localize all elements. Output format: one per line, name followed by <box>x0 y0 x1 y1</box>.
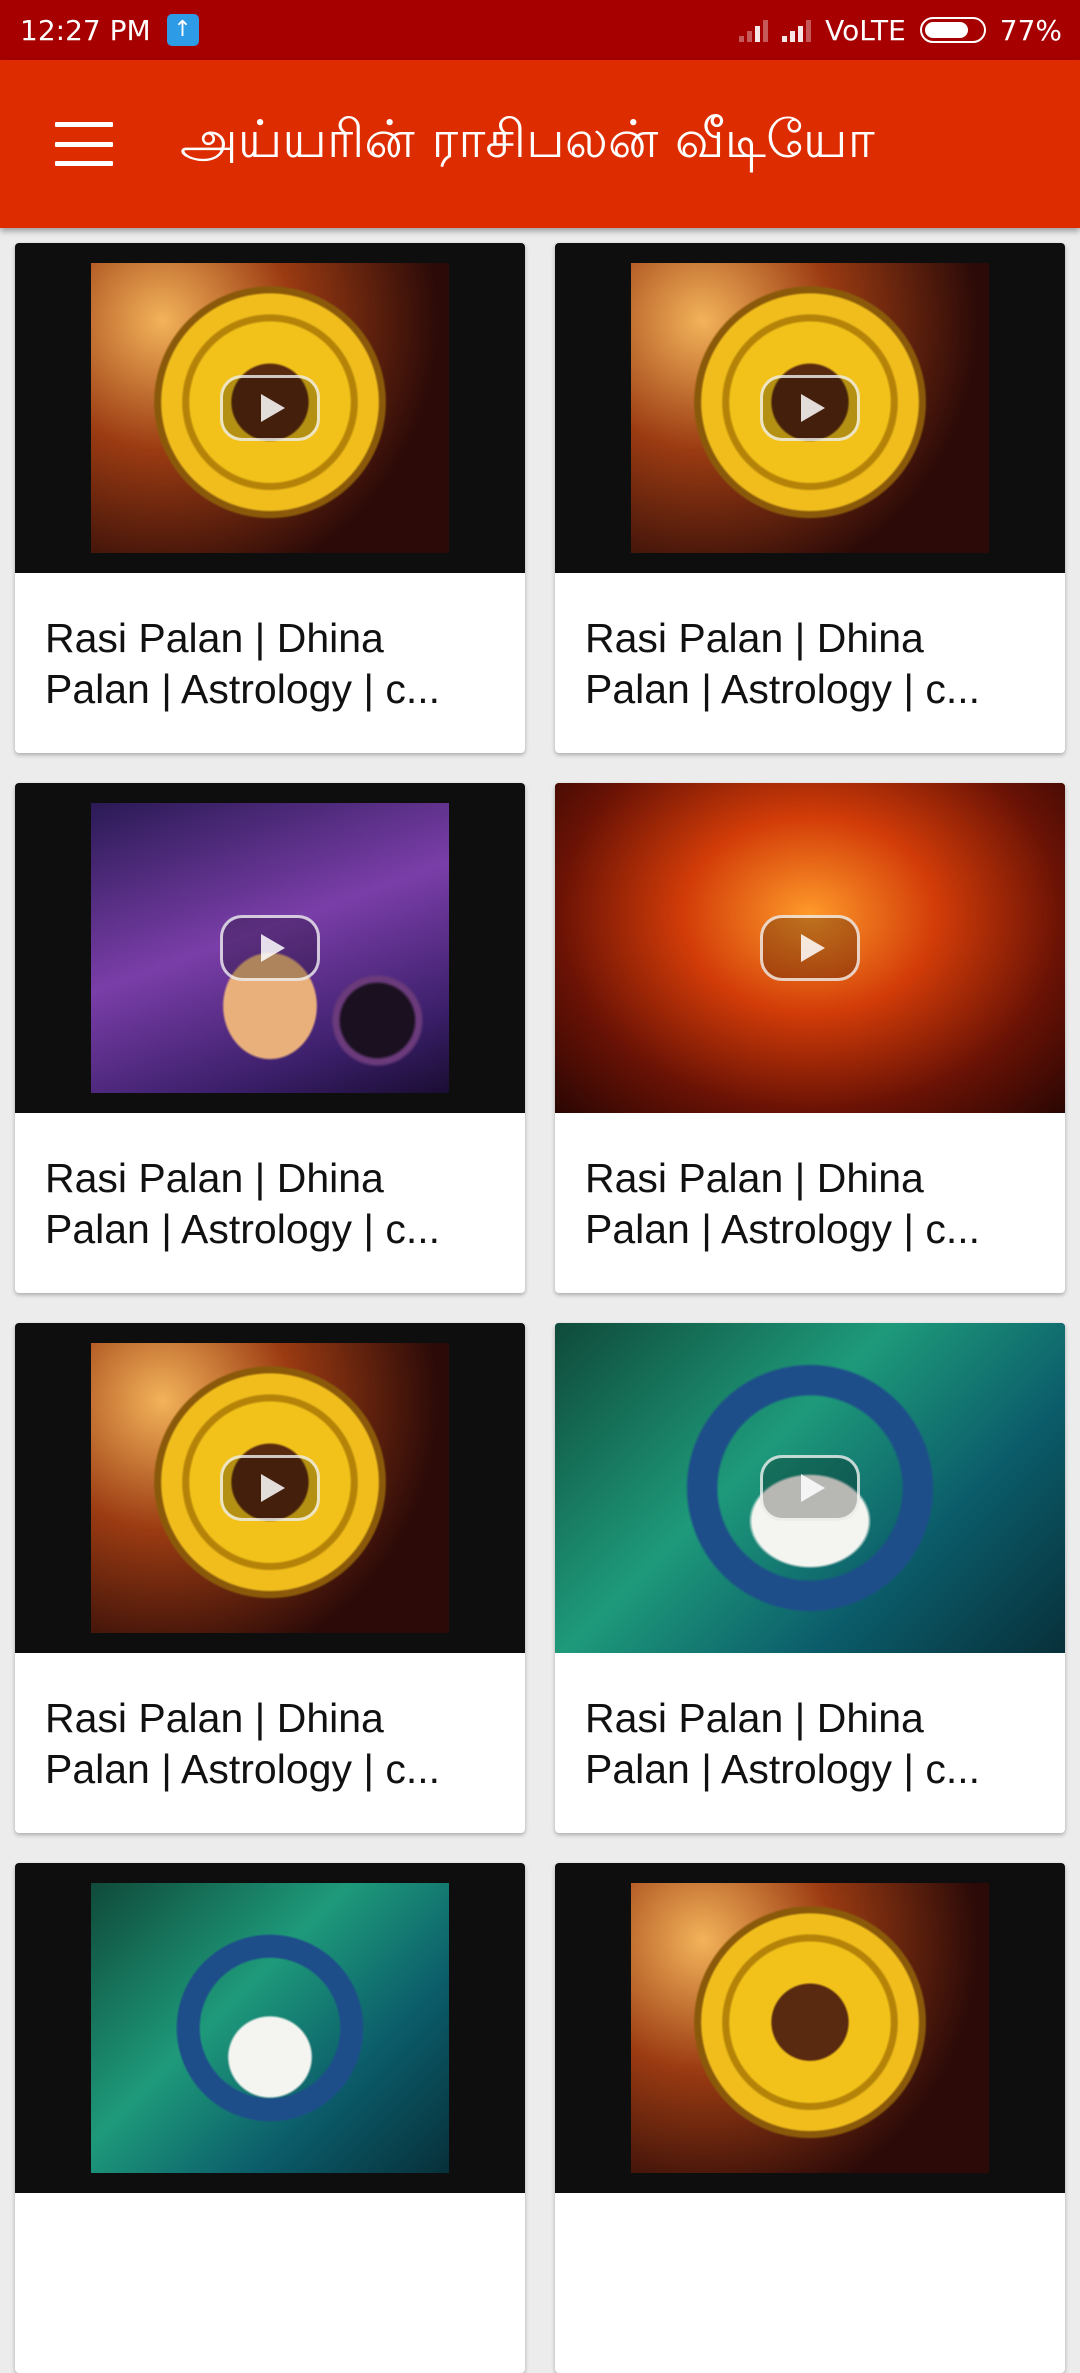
video-title[interactable]: Rasi Palan | Dhina Palan | Astrology | c… <box>555 1653 1065 1795</box>
video-title[interactable]: Rasi Palan | Dhina Palan | Astrology | c… <box>15 1653 525 1795</box>
status-right: VoLTE 77% <box>739 14 1062 47</box>
video-card[interactable] <box>15 1863 525 2373</box>
play-icon[interactable] <box>760 915 860 981</box>
status-left: 12:27 PM ↑ <box>20 14 199 47</box>
video-card[interactable]: Rasi Palan | Dhina Palan | Astrology | c… <box>15 1323 525 1833</box>
battery-fill <box>924 22 968 38</box>
app-bar: அய்யரின் ராசிபலன் வீடியோ <box>0 60 1080 228</box>
video-thumbnail[interactable] <box>15 1323 525 1653</box>
network-type: VoLTE <box>825 13 906 47</box>
video-thumbnail[interactable] <box>15 783 525 1113</box>
video-card[interactable]: Rasi Palan | Dhina Palan | Astrology | c… <box>555 243 1065 753</box>
signal-icon <box>782 18 812 42</box>
status-bar: 12:27 PM ↑ VoLTE 77% <box>0 0 1080 60</box>
battery-percent: 77% <box>999 13 1062 47</box>
video-title[interactable]: Rasi Palan | Dhina Palan | Astrology | c… <box>15 1113 525 1255</box>
video-thumbnail[interactable] <box>15 243 525 573</box>
hamburger-menu-icon[interactable] <box>55 122 113 166</box>
video-thumbnail[interactable] <box>555 1323 1065 1653</box>
video-thumbnail[interactable] <box>555 243 1065 573</box>
play-icon[interactable] <box>220 375 320 441</box>
video-card[interactable]: Rasi Palan | Dhina Palan | Astrology | c… <box>15 243 525 753</box>
video-thumbnail[interactable] <box>15 1863 525 2193</box>
zodiac-wheel-image <box>631 1883 989 2173</box>
video-card[interactable]: Rasi Palan | Dhina Palan | Astrology | c… <box>555 783 1065 1293</box>
status-time: 12:27 PM <box>20 13 151 47</box>
video-title[interactable] <box>555 2193 1065 2335</box>
app-title: அய்யரின் ராசிபலன் வீடியோ <box>180 110 875 170</box>
video-title[interactable]: Rasi Palan | Dhina Palan | Astrology | c… <box>555 573 1065 715</box>
video-title[interactable]: Rasi Palan | Dhina Palan | Astrology | c… <box>15 573 525 715</box>
video-thumbnail[interactable] <box>555 783 1065 1113</box>
video-card[interactable] <box>555 1863 1065 2373</box>
video-title[interactable]: Rasi Palan | Dhina Palan | Astrology | c… <box>555 1113 1065 1255</box>
video-thumbnail[interactable] <box>555 1863 1065 2193</box>
video-card[interactable]: Rasi Palan | Dhina Palan | Astrology | c… <box>555 1323 1065 1833</box>
battery-icon <box>919 17 986 43</box>
video-title[interactable] <box>15 2193 525 2335</box>
signal-icon <box>739 18 769 42</box>
upload-icon: ↑ <box>166 14 199 46</box>
play-icon[interactable] <box>760 375 860 441</box>
video-grid: Rasi Palan | Dhina Palan | Astrology | c… <box>15 243 1065 2373</box>
play-icon[interactable] <box>220 915 320 981</box>
astrologer-image <box>91 1883 449 2173</box>
video-card[interactable]: Rasi Palan | Dhina Palan | Astrology | c… <box>15 783 525 1293</box>
play-icon[interactable] <box>760 1455 860 1521</box>
play-icon[interactable] <box>220 1455 320 1521</box>
